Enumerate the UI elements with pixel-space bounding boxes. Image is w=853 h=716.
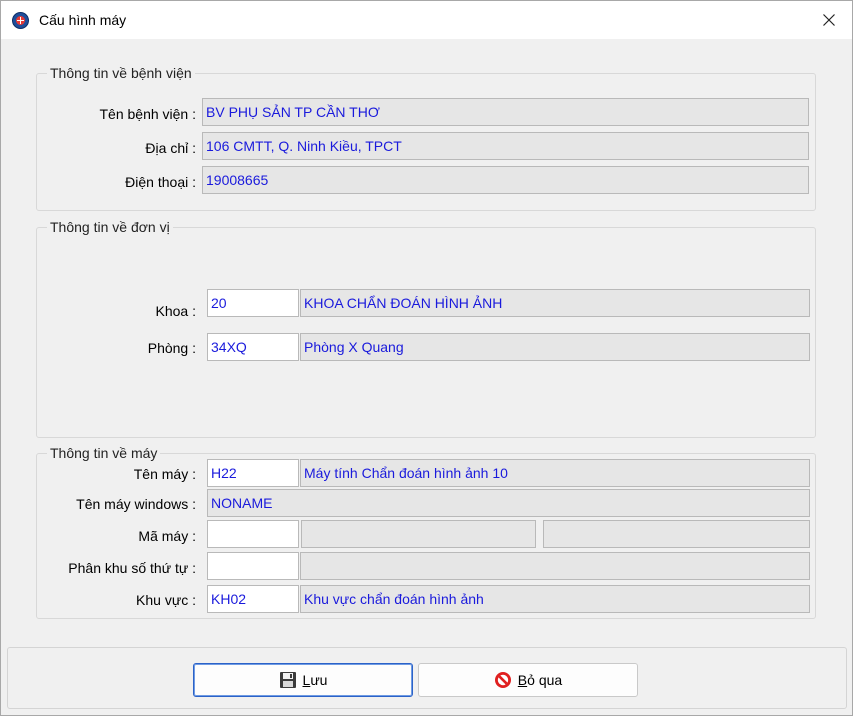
hospital-name-label: Tên bệnh viện : bbox=[99, 106, 196, 122]
floppy-disk-icon bbox=[279, 671, 297, 689]
room-code-field[interactable]: 34XQ bbox=[207, 333, 299, 361]
hospital-cross-icon bbox=[12, 12, 29, 29]
machine-id-label: Mã máy : bbox=[138, 528, 196, 544]
machine-info-legend: Thông tin về máy bbox=[47, 445, 161, 461]
windows-name-field[interactable]: NONAME bbox=[207, 489, 810, 517]
room-name-field[interactable]: Phòng X Quang bbox=[300, 333, 810, 361]
machine-name-label: Tên máy : bbox=[133, 466, 196, 482]
cancel-hotkey: B bbox=[517, 672, 528, 688]
no-entry-icon bbox=[494, 671, 512, 689]
cancel-button-label: Bỏ qua bbox=[518, 672, 562, 688]
area-label: Khu vực : bbox=[136, 592, 196, 608]
room-label: Phòng : bbox=[147, 340, 196, 356]
cancel-button[interactable]: Bỏ qua bbox=[418, 663, 638, 697]
hospital-address-field[interactable]: 106 CMTT, Q. Ninh Kiều, TPCT bbox=[202, 132, 809, 160]
hospital-phone-field[interactable]: 19008665 bbox=[202, 166, 809, 194]
department-code-field[interactable]: 20 bbox=[207, 289, 299, 317]
machine-name-field[interactable]: Máy tính Chẩn đoán hình ảnh 10 bbox=[300, 459, 810, 487]
department-name-field[interactable]: KHOA CHẨN ĐOÁN HÌNH ẢNH bbox=[300, 289, 810, 317]
save-label-rest: ưu bbox=[310, 672, 328, 688]
cancel-label-rest: ỏ qua bbox=[527, 672, 563, 688]
machine-name-code-field[interactable]: H22 bbox=[207, 459, 299, 487]
machine-id-extra-field-1[interactable] bbox=[301, 520, 536, 548]
sequence-name-field[interactable] bbox=[300, 552, 810, 580]
sequence-code-field[interactable] bbox=[207, 552, 299, 580]
windows-name-label: Tên máy windows : bbox=[76, 496, 196, 512]
hospital-name-field[interactable]: BV PHỤ SẢN TP CẦN THƠ bbox=[202, 98, 809, 126]
machine-id-field[interactable] bbox=[207, 520, 299, 548]
save-button[interactable]: Lưu bbox=[193, 663, 413, 697]
save-button-label: Lưu bbox=[303, 672, 328, 688]
close-button[interactable] bbox=[806, 1, 852, 39]
hospital-address-label: Địa chỉ : bbox=[145, 140, 196, 156]
unit-info-legend: Thông tin về đơn vị bbox=[47, 219, 173, 235]
window-title: Cấu hình máy bbox=[39, 12, 127, 28]
sequence-area-label: Phân khu số thứ tự : bbox=[68, 560, 196, 576]
hospital-info-legend: Thông tin về bệnh viện bbox=[47, 65, 195, 81]
area-code-field[interactable]: KH02 bbox=[207, 585, 299, 613]
hospital-phone-label: Điện thoại : bbox=[125, 174, 196, 190]
title-bar: Cấu hình máy bbox=[1, 1, 852, 39]
config-dialog: Cấu hình máy Thông tin về bệnh viện Tên … bbox=[0, 0, 853, 716]
machine-id-extra-field-2[interactable] bbox=[543, 520, 810, 548]
department-label: Khoa : bbox=[155, 303, 196, 319]
close-icon bbox=[823, 14, 835, 26]
area-name-field[interactable]: Khu vực chẩn đoán hình ảnh bbox=[300, 585, 810, 613]
